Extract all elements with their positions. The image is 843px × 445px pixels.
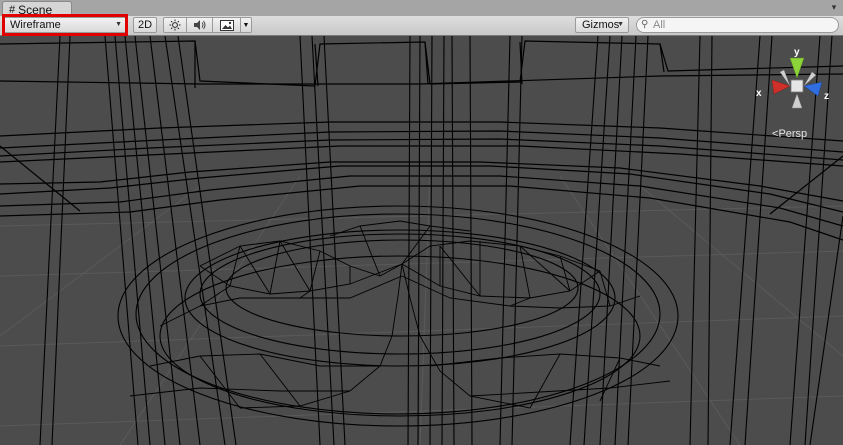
- grid-hash-icon: #: [9, 3, 16, 16]
- gizmo-y-cone: [789, 57, 805, 79]
- speaker-icon: [193, 20, 205, 30]
- wireframe-scene: [0, 36, 843, 445]
- gizmos-dropdown[interactable]: Gizmos ▼: [575, 17, 629, 33]
- gizmo-z-cone: [803, 81, 823, 97]
- tab-menu-icon[interactable]: ▾: [829, 2, 839, 12]
- draw-mode-dropdown[interactable]: Wireframe ▼: [3, 17, 127, 33]
- gizmo-center-cube: [790, 79, 804, 93]
- sun-icon: [169, 19, 181, 31]
- scene-audio-button[interactable]: [187, 17, 213, 33]
- persp-label: Persp: [778, 128, 808, 140]
- gizmo-y-label: y: [794, 47, 800, 58]
- effects-dropdown-arrow[interactable]: ▼: [241, 17, 252, 33]
- chevron-down-icon: ▼: [115, 21, 122, 28]
- view-mode-label[interactable]: <Persp: [772, 128, 807, 140]
- tab-scene-label: Scene: [18, 2, 53, 17]
- gizmos-label: Gizmos: [582, 19, 620, 31]
- gizmo-x-label: x: [756, 88, 762, 99]
- scene-lighting-button[interactable]: [163, 17, 187, 33]
- scene-viewport[interactable]: y x z <Persp: [0, 36, 843, 445]
- search-icon: ⚲: [641, 19, 649, 30]
- draw-mode-label: Wireframe: [10, 19, 61, 31]
- image-icon: [219, 19, 234, 31]
- search-input[interactable]: [653, 18, 833, 32]
- scene-effects-button[interactable]: [213, 17, 241, 33]
- scene-toolbar: Wireframe ▼ 2D ▼ Gizmos ▼ ⚲ All: [0, 14, 843, 36]
- tab-strip: # Scene ▾: [0, 0, 843, 17]
- gizmo-z-label: z: [824, 91, 829, 102]
- scene-orientation-gizmo[interactable]: y x z: [752, 42, 832, 132]
- tab-scene[interactable]: # Scene: [2, 1, 72, 17]
- chevron-down-icon: ▼: [617, 21, 624, 28]
- toggle-2d-button[interactable]: 2D: [133, 17, 157, 33]
- hierarchy-search: ⚲: [636, 17, 839, 33]
